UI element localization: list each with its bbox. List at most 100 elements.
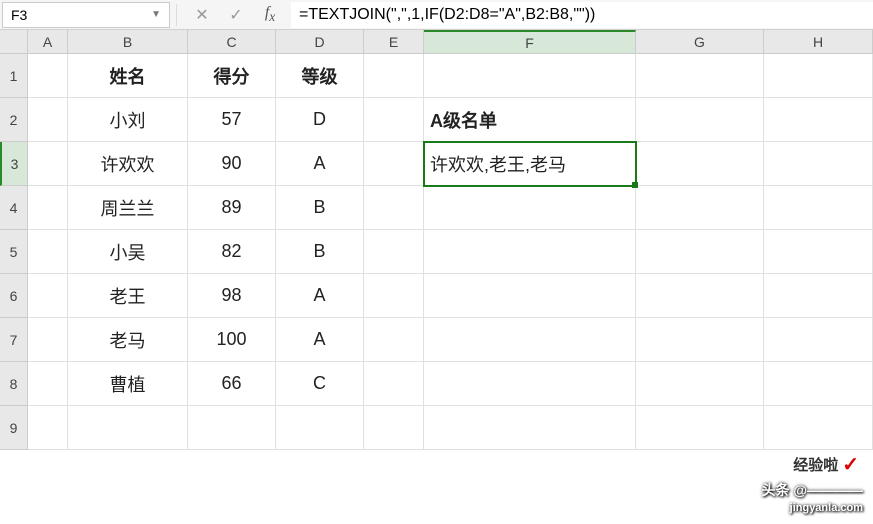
watermark-brand: 经验啦 (793, 454, 838, 475)
cancel-icon[interactable]: ✕ (191, 5, 213, 25)
cell-D9[interactable] (276, 406, 364, 450)
cell-D3[interactable]: A (276, 142, 364, 186)
fill-handle[interactable] (632, 182, 638, 188)
cell-H6[interactable] (764, 274, 873, 318)
cell-H2[interactable] (764, 98, 873, 142)
cell-G6[interactable] (636, 274, 764, 318)
cell-B4[interactable]: 周兰兰 (68, 186, 188, 230)
cell-H9[interactable] (764, 406, 873, 450)
cell-G5[interactable] (636, 230, 764, 274)
row-header-6[interactable]: 6 (0, 274, 28, 318)
col-header-E[interactable]: E (364, 30, 424, 54)
cell-E3[interactable] (364, 142, 424, 186)
cell-H8[interactable] (764, 362, 873, 406)
cell-F9[interactable] (424, 406, 636, 450)
cell-E5[interactable] (364, 230, 424, 274)
cell-F3[interactable]: 许欢欢,老王,老马 (424, 142, 636, 186)
cell-D7[interactable]: A (276, 318, 364, 362)
cell-F6[interactable] (424, 274, 636, 318)
cell-B3[interactable]: 许欢欢 (68, 142, 188, 186)
cell-D1[interactable]: 等级 (276, 54, 364, 98)
fx-icon[interactable]: fx (259, 4, 281, 25)
cell-G8[interactable] (636, 362, 764, 406)
cell-B1[interactable]: 姓名 (68, 54, 188, 98)
cell-F8[interactable] (424, 362, 636, 406)
cell-E7[interactable] (364, 318, 424, 362)
cell-B8[interactable]: 曹植 (68, 362, 188, 406)
cell-A6[interactable] (28, 274, 68, 318)
row-header-1[interactable]: 1 (0, 54, 28, 98)
cell-A9[interactable] (28, 406, 68, 450)
row-header-8[interactable]: 8 (0, 362, 28, 406)
row-header-7[interactable]: 7 (0, 318, 28, 362)
cell-C2[interactable]: 57 (188, 98, 276, 142)
row-header-3[interactable]: 3 (0, 142, 28, 186)
name-box-value: F3 (11, 7, 27, 23)
cell-D6[interactable]: A (276, 274, 364, 318)
formula-input[interactable]: =TEXTJOIN(",",1,IF(D2:D8="A",B2:B8,"")) (291, 2, 873, 28)
cell-F7[interactable] (424, 318, 636, 362)
cell-A5[interactable] (28, 230, 68, 274)
cell-B6[interactable]: 老王 (68, 274, 188, 318)
col-header-A[interactable]: A (28, 30, 68, 54)
cell-G2[interactable] (636, 98, 764, 142)
cell-D5[interactable]: B (276, 230, 364, 274)
cell-D8[interactable]: C (276, 362, 364, 406)
cell-H3[interactable] (764, 142, 873, 186)
cell-B9[interactable] (68, 406, 188, 450)
cell-C6[interactable]: 98 (188, 274, 276, 318)
cell-F1[interactable] (424, 54, 636, 98)
cell-E6[interactable] (364, 274, 424, 318)
col-header-B[interactable]: B (68, 30, 188, 54)
col-header-F[interactable]: F (424, 30, 636, 54)
cell-C7[interactable]: 100 (188, 318, 276, 362)
cell-B2[interactable]: 小刘 (68, 98, 188, 142)
row-header-5[interactable]: 5 (0, 230, 28, 274)
row-header-2[interactable]: 2 (0, 98, 28, 142)
cell-A4[interactable] (28, 186, 68, 230)
cell-H7[interactable] (764, 318, 873, 362)
cell-D4[interactable]: B (276, 186, 364, 230)
cell-E4[interactable] (364, 186, 424, 230)
col-header-D[interactable]: D (276, 30, 364, 54)
cell-A1[interactable] (28, 54, 68, 98)
cell-D2[interactable]: D (276, 98, 364, 142)
cell-A7[interactable] (28, 318, 68, 362)
cell-C3[interactable]: 90 (188, 142, 276, 186)
cell-G1[interactable] (636, 54, 764, 98)
cell-C8[interactable]: 66 (188, 362, 276, 406)
row-header-9[interactable]: 9 (0, 406, 28, 450)
col-header-G[interactable]: G (636, 30, 764, 54)
cell-F5[interactable] (424, 230, 636, 274)
select-all-corner[interactable] (0, 30, 28, 54)
chevron-down-icon[interactable]: ▼ (151, 9, 161, 20)
cell-C4[interactable]: 89 (188, 186, 276, 230)
cell-B7[interactable]: 老马 (68, 318, 188, 362)
cell-C1[interactable]: 得分 (188, 54, 276, 98)
confirm-icon[interactable]: ✓ (225, 5, 247, 25)
cell-C9[interactable] (188, 406, 276, 450)
cell-B5[interactable]: 小吴 (68, 230, 188, 274)
cell-G4[interactable] (636, 186, 764, 230)
cell-E1[interactable] (364, 54, 424, 98)
cell-A3[interactable] (28, 142, 68, 186)
row-header-4[interactable]: 4 (0, 186, 28, 230)
cell-E2[interactable] (364, 98, 424, 142)
cell-G3[interactable] (636, 142, 764, 186)
cell-E8[interactable] (364, 362, 424, 406)
cell-H4[interactable] (764, 186, 873, 230)
cell-G9[interactable] (636, 406, 764, 450)
col-header-H[interactable]: H (764, 30, 873, 54)
cell-F4[interactable] (424, 186, 636, 230)
cell-A8[interactable] (28, 362, 68, 406)
cell-H1[interactable] (764, 54, 873, 98)
cell-G7[interactable] (636, 318, 764, 362)
cell-C5[interactable]: 82 (188, 230, 276, 274)
cell-H5[interactable] (764, 230, 873, 274)
col-header-C[interactable]: C (188, 30, 276, 54)
name-box[interactable]: F3 ▼ (2, 2, 170, 28)
cell-F2[interactable]: A级名单 (424, 98, 636, 142)
cell-E9[interactable] (364, 406, 424, 450)
cell-A2[interactable] (28, 98, 68, 142)
watermark-site: jingyanla.com (790, 502, 863, 514)
